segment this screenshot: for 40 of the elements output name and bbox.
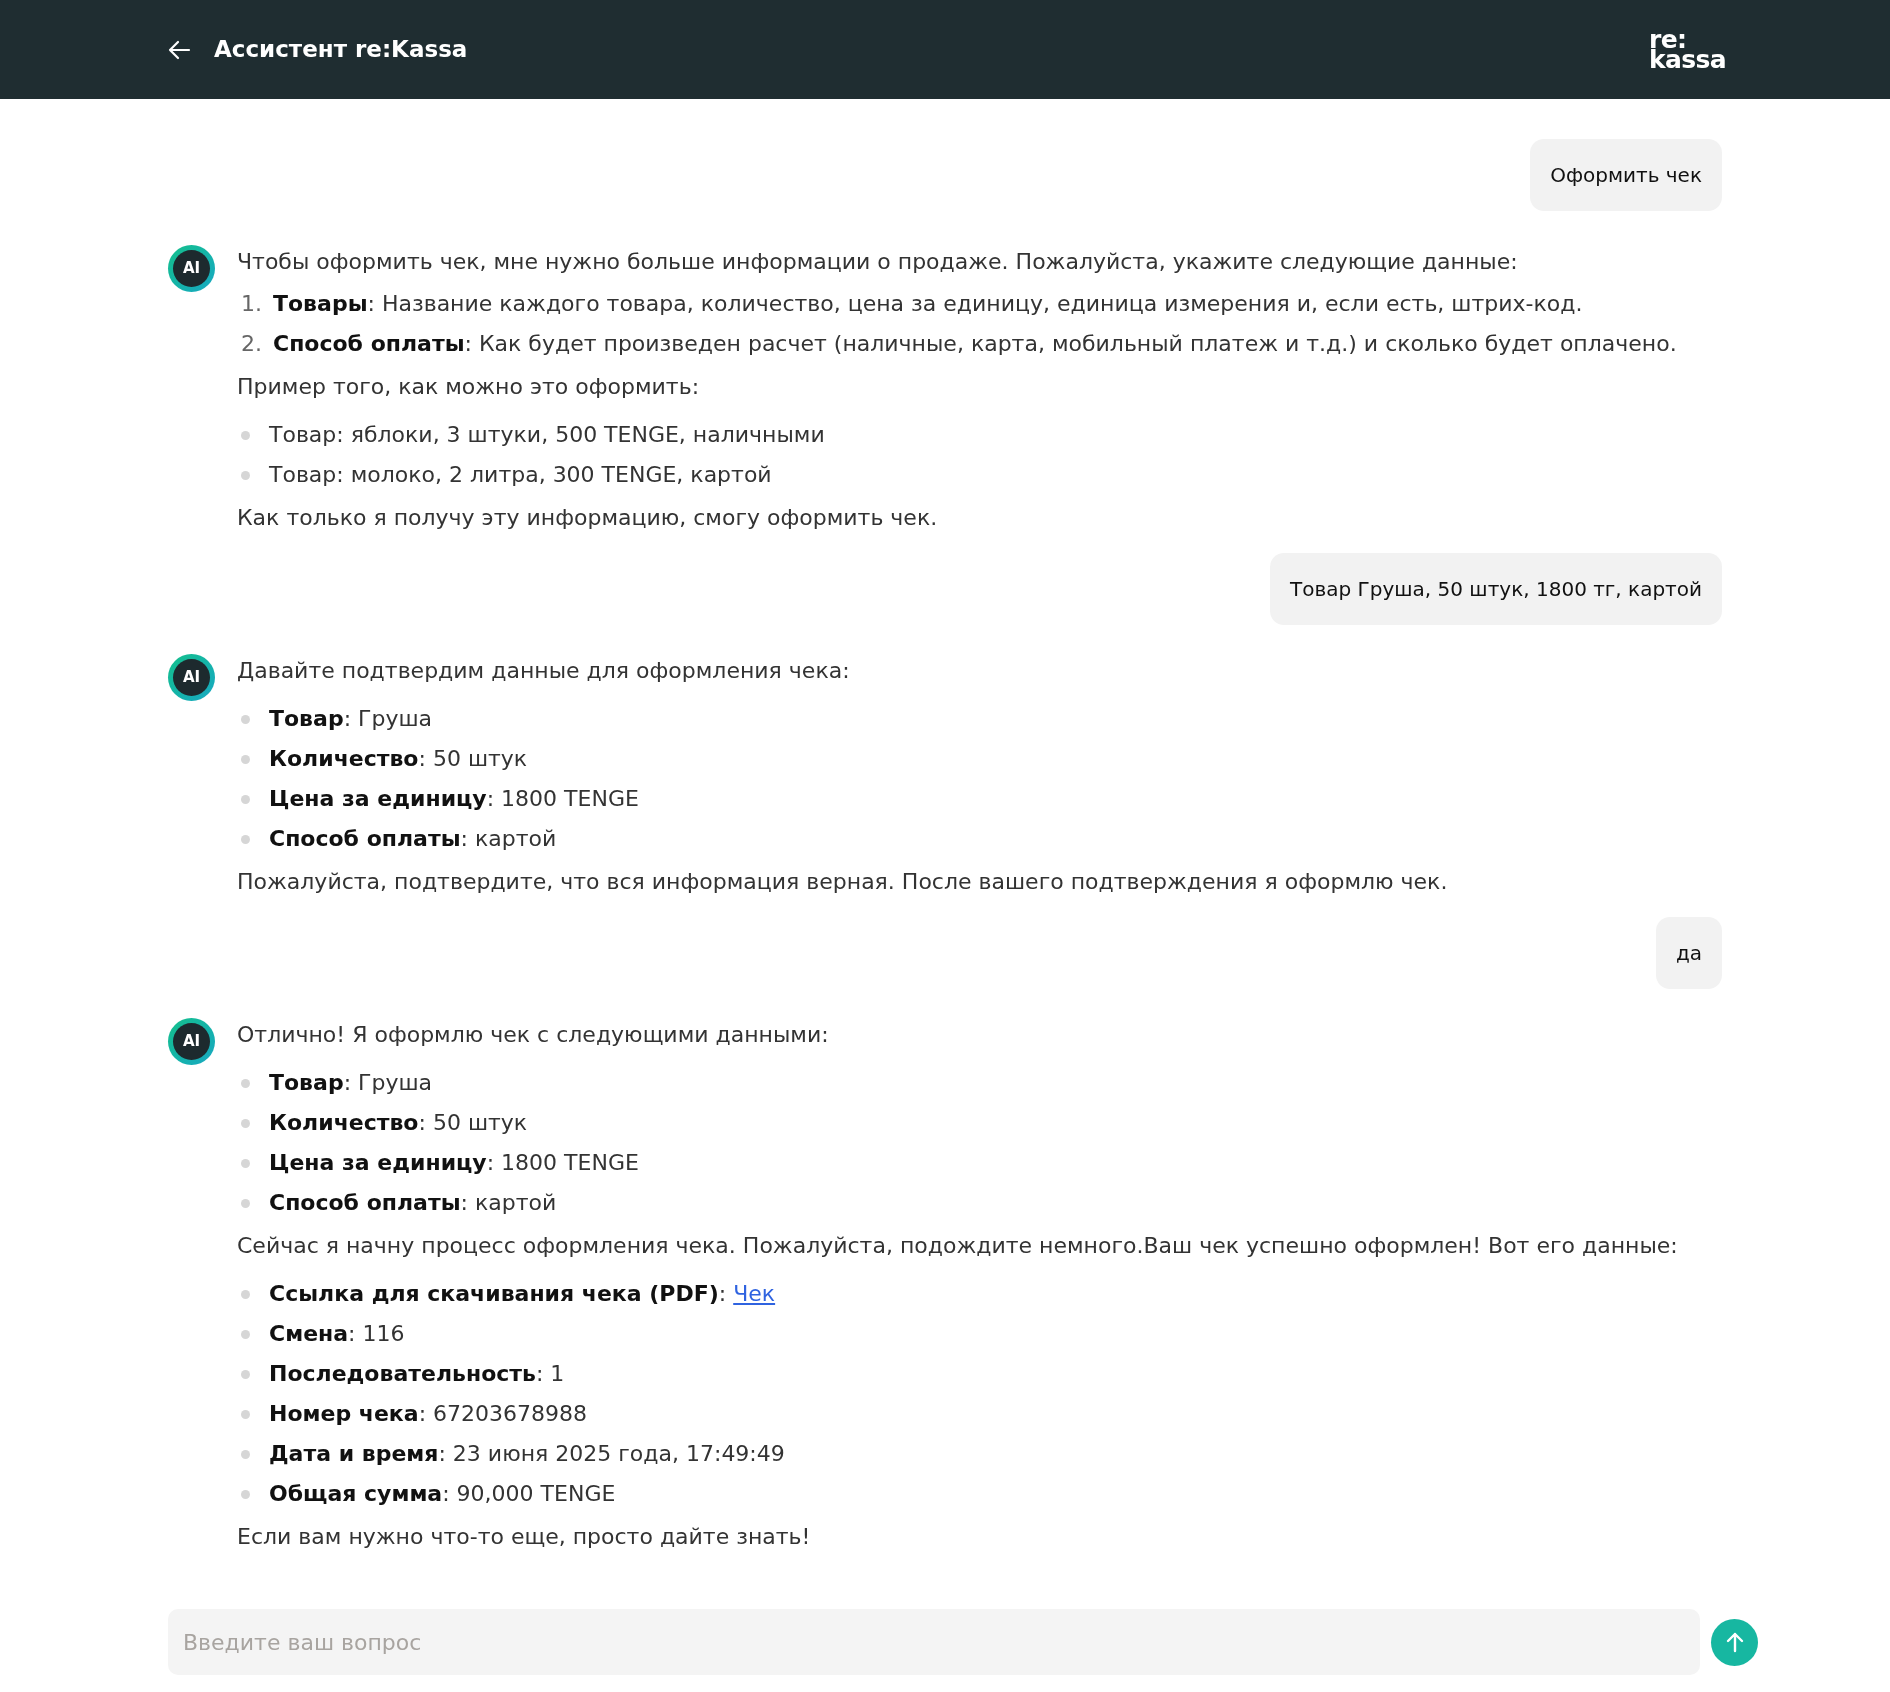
list-item-text: Товар: Груша <box>269 1069 433 1097</box>
list-item-text: Дата и время: 23 июня 2025 года, 17:49:49 <box>269 1440 785 1468</box>
question-field[interactable]: Введите ваш вопрос <box>168 1609 1700 1675</box>
list-number: 2. <box>241 330 263 358</box>
message-text: Пожалуйста, подтвердите, что вся информация верная. После вашего подтверждения я оформлю чек. <box>237 868 1448 896</box>
ai-avatar: AI <box>173 659 210 696</box>
list-item-text: Способ оплаты: картой <box>269 1189 557 1217</box>
user-message-bubble: Товар Груша, 50 штук, 1800 тг, картой <box>1270 553 1722 625</box>
message-text: Пример того, как можно это оформить: <box>237 373 701 401</box>
list-item-text: Товар: Груша <box>269 705 433 733</box>
list-item-text: Последовательность: 1 <box>269 1360 565 1388</box>
list-item-text: Смена: 116 <box>269 1320 405 1348</box>
list-item-text: Ссылка для скачивания чека (PDF): Чек <box>269 1280 776 1308</box>
list-item-text: Товар: яблоки, 3 штуки, 500 TENGE, наличными <box>269 421 825 449</box>
list-item-text: Количество: 50 штук <box>269 1109 528 1137</box>
arrow-up-icon <box>1724 1631 1745 1653</box>
list-item-text: Общая сумма: 90,000 TENGE <box>269 1480 616 1508</box>
list-item-text: Цена за единицу: 1800 TENGE <box>269 1149 639 1177</box>
list-item-text: Товары: Название каждого товара, количество, цена за единицу, единица измерения и, если есть, штрих-код. <box>273 290 1583 318</box>
user-message-bubble: Оформить чек <box>1530 139 1722 211</box>
message-text: Сейчас я начну процесс оформления чека. Пожалуйста, подождите немного.Ваш чек успешно оформлен! Вот его данные: <box>237 1232 1678 1260</box>
message-text: Давайте подтвердим данные для оформления чека: <box>237 657 851 685</box>
message-text: Чтобы оформить чек, мне нужно больше информации о продаже. Пожалуйста, укажите следующие данные: <box>237 248 1519 276</box>
brand-logo: re: kassa <box>1649 29 1726 70</box>
message-text: Как только я получу эту информацию, смогу оформить чек. <box>237 504 939 532</box>
ai-avatar: AI <box>173 1023 210 1060</box>
back-arrow-icon <box>167 39 191 60</box>
list-item-text: Цена за единицу: 1800 TENGE <box>269 785 639 813</box>
list-item-text: Способ оплаты: Как будет произведен расчет (наличные, карта, мобильный платеж и т.д.) и сколько будет оплачено. <box>273 330 1677 358</box>
list-item-text: Номер чека: 67203678988 <box>269 1400 587 1428</box>
message-text: Если вам нужно что-то еще, просто дайте знать! <box>237 1523 812 1551</box>
user-message-bubble: да <box>1655 917 1722 989</box>
receipt-link[interactable]: Чек <box>733 1281 776 1306</box>
list-number: 1. <box>241 290 263 318</box>
list-item-text: Способ оплаты: картой <box>269 825 557 853</box>
list-item-text: Товар: молоко, 2 литра, 300 TENGE, картой <box>269 461 772 489</box>
message-text: Отлично! Я оформлю чек с следующими данными: <box>237 1021 830 1049</box>
app-title: Ассистент re:Kassa <box>214 35 468 65</box>
ai-avatar: AI <box>173 250 210 287</box>
list-item-text: Количество: 50 штук <box>269 745 528 773</box>
